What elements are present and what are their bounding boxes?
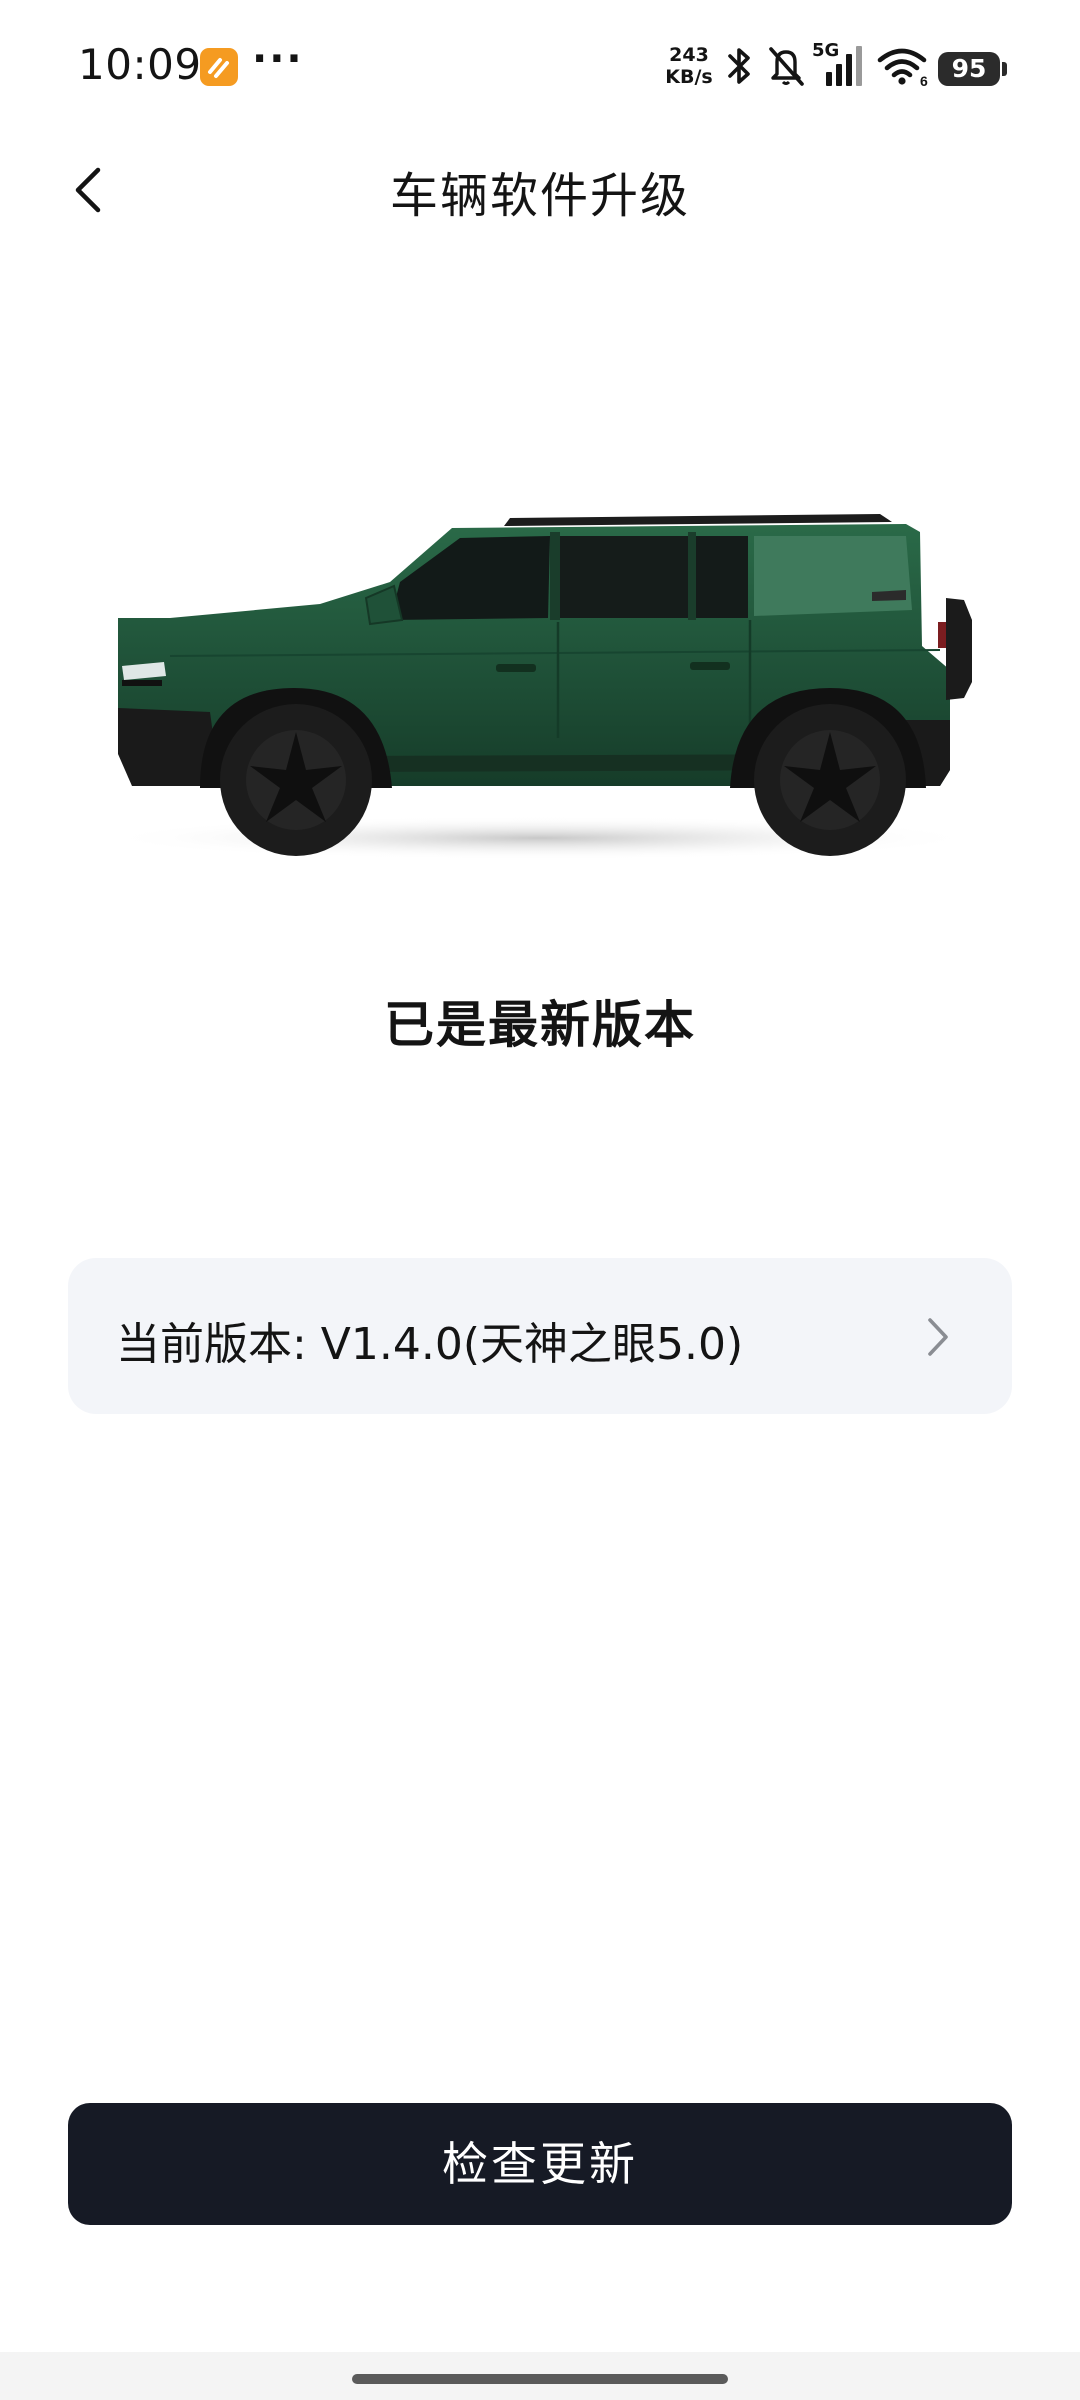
network-speed: 243 KB/s — [660, 44, 718, 88]
front-wheel — [220, 704, 372, 856]
signal-label: 5G — [812, 40, 840, 61]
app-notification-icon — [200, 48, 238, 86]
bluetooth-icon — [722, 44, 756, 92]
status-bar: 10:09 ··· 243 KB/s 5G 6 95 — [0, 0, 1080, 130]
chevron-right-icon — [928, 1318, 948, 1356]
current-version-label: 当前版本: V1.4.0(天神之眼5.0) — [116, 1319, 744, 1370]
network-speed-unit: KB/s — [665, 66, 713, 88]
back-button[interactable] — [60, 154, 116, 226]
home-gesture-bar[interactable] — [352, 2374, 728, 2384]
nav-bar: 车辆软件升级 — [0, 130, 1080, 250]
status-time: 10:09 — [78, 40, 202, 89]
network-speed-value: 243 — [669, 44, 709, 66]
car-image — [60, 470, 1020, 870]
rear-wheel — [754, 704, 906, 856]
battery-tip — [1002, 62, 1007, 76]
update-status-text: 已是最新版本 — [384, 996, 696, 1054]
status-more-icon: ··· — [252, 36, 304, 82]
chevron-left-icon — [75, 167, 101, 213]
check-update-button[interactable]: 检查更新 — [68, 2103, 1012, 2225]
wifi-icon: 6 — [876, 44, 932, 92]
current-version-row[interactable]: 当前版本: V1.4.0(天神之眼5.0) — [68, 1258, 1012, 1414]
mute-icon — [766, 44, 806, 92]
page-title: 车辆软件升级 — [389, 168, 690, 224]
svg-text:6: 6 — [920, 73, 928, 88]
vehicle-software-upgrade-screen: 10:09 ··· 243 KB/s 5G 6 95 车辆软件升级 已是最新版本… — [0, 0, 1080, 2400]
battery-icon: 95 — [938, 52, 1000, 86]
signal-icon: 5G — [812, 40, 870, 94]
